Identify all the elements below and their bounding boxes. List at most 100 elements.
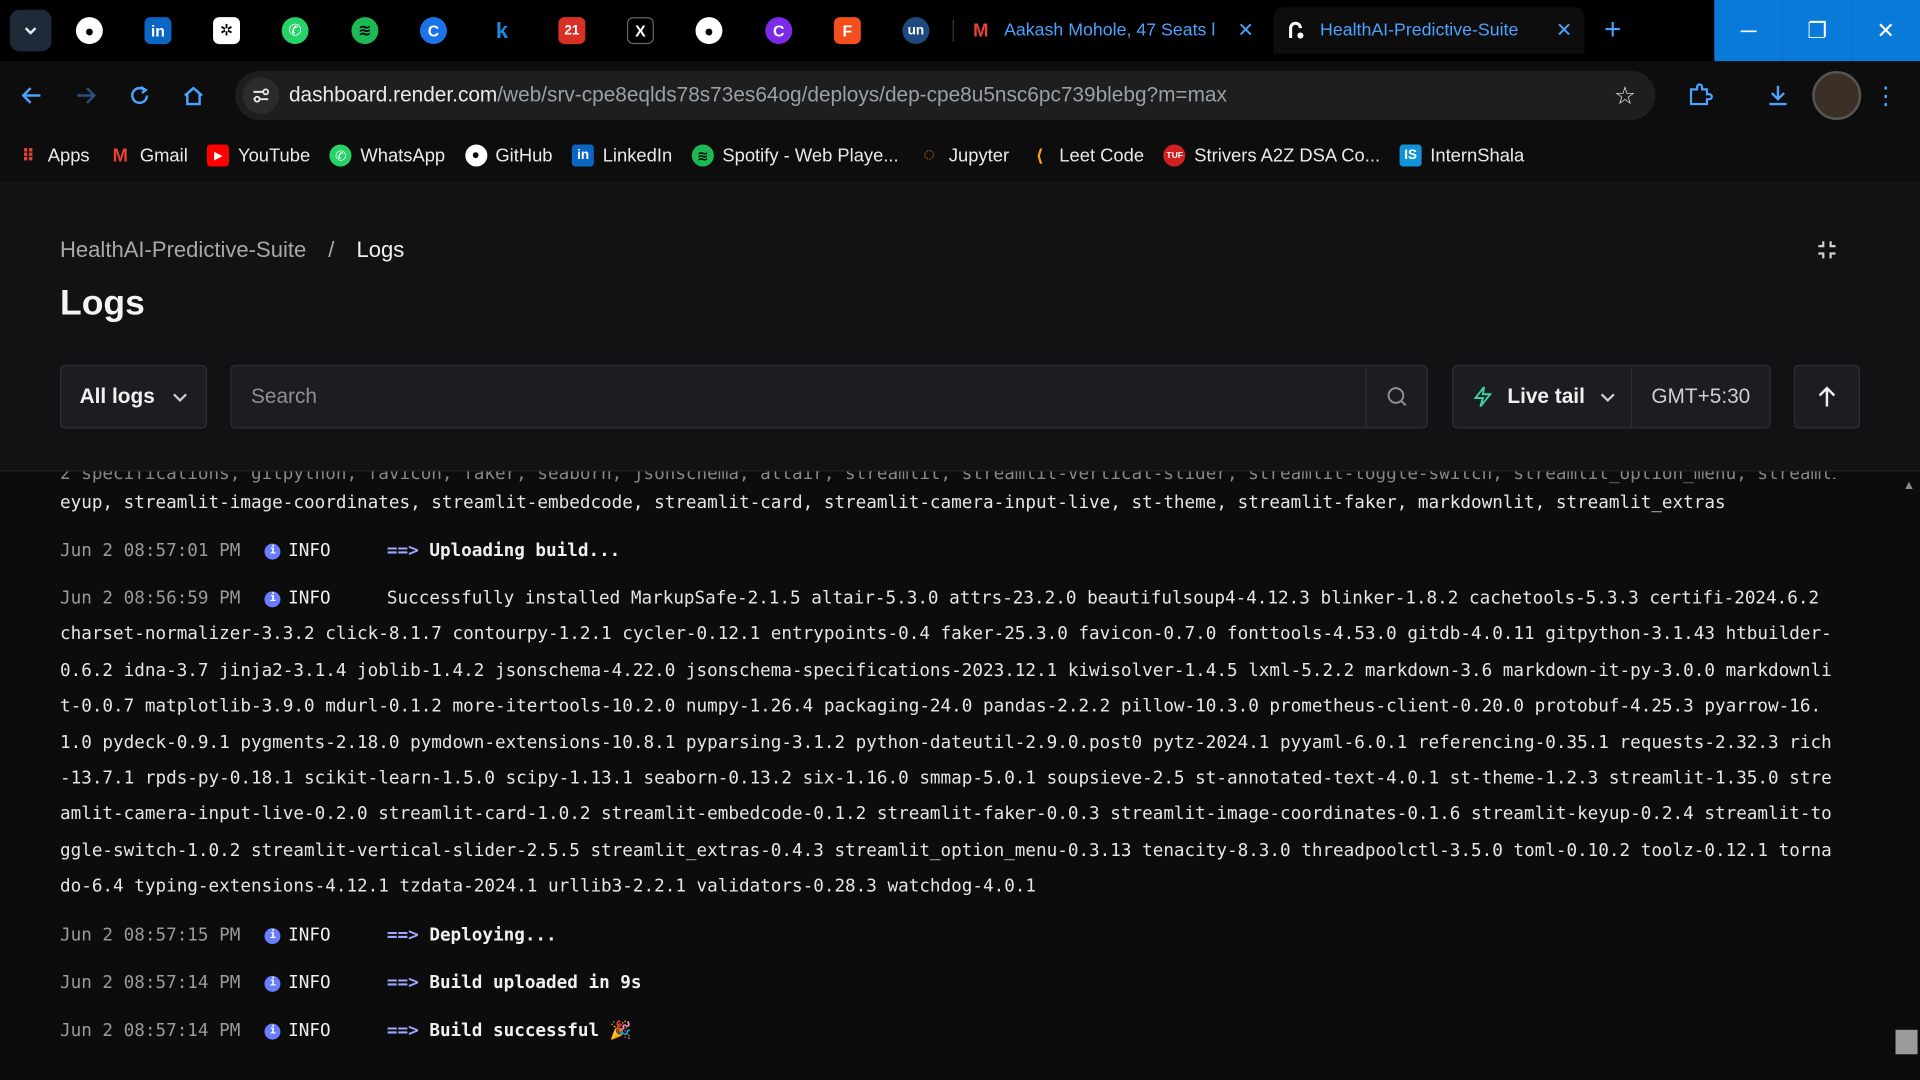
bookmark-github[interactable]: ● GitHub bbox=[464, 144, 553, 167]
arrow-up-icon bbox=[1818, 386, 1836, 407]
bookmark-leetcode[interactable]: ⟨ Leet Code bbox=[1029, 144, 1144, 166]
tab-healthai[interactable]: HealthAI-Predictive-Suite ✕ bbox=[1273, 7, 1585, 54]
info-icon: i bbox=[264, 1023, 281, 1039]
log-search-input[interactable]: Search bbox=[230, 364, 1428, 429]
tab-separator bbox=[952, 19, 954, 42]
linkedin-icon: in bbox=[144, 17, 172, 45]
log-message: Uploading build... bbox=[429, 541, 621, 561]
log-level: INFO bbox=[288, 541, 331, 561]
log-arrow: ==> bbox=[386, 541, 419, 561]
timezone-selector[interactable]: GMT+5:30 bbox=[1632, 384, 1769, 408]
url-host: dashboard.render.com bbox=[288, 83, 498, 107]
pinned-tab-canva[interactable]: C bbox=[753, 10, 804, 52]
bookmark-label: Jupyter bbox=[948, 145, 1010, 166]
bookmark-whatsapp[interactable]: ✆ WhatsApp bbox=[329, 144, 446, 167]
pinned-tab-unstop[interactable]: un bbox=[890, 10, 941, 52]
info-icon: i bbox=[264, 927, 281, 944]
tab-title: Aakash Mohole, 47 Seats l bbox=[1004, 20, 1216, 41]
arrow-right-icon bbox=[77, 87, 97, 104]
browser-menu-icon[interactable]: ⋮ bbox=[1873, 76, 1897, 115]
pinned-tab-calendar[interactable]: 21 bbox=[546, 10, 597, 52]
unstop-icon: un bbox=[902, 17, 930, 45]
chevron-down-icon bbox=[24, 27, 37, 35]
profile-avatar[interactable] bbox=[1812, 71, 1862, 121]
forward-button[interactable] bbox=[66, 76, 105, 115]
page-title: Logs bbox=[60, 284, 145, 324]
search-placeholder: Search bbox=[251, 384, 317, 408]
log-level: INFO bbox=[288, 925, 331, 946]
log-type-dropdown[interactable]: All logs bbox=[60, 364, 207, 429]
bookmark-internshala[interactable]: IS InternShala bbox=[1399, 144, 1525, 167]
home-icon bbox=[184, 86, 203, 106]
gmail-icon: M bbox=[112, 145, 128, 166]
pinned-tab-whatsapp[interactable]: ✆ bbox=[269, 10, 320, 52]
bookmark-label: YouTube bbox=[238, 145, 311, 166]
bookmark-strivers[interactable]: TUF Strivers A2Z DSA Co... bbox=[1163, 144, 1380, 167]
log-timestamp: Jun 2 08:56:59 PM bbox=[60, 588, 241, 609]
url-text: dashboard.render.com/web/srv-cpe8eqlds78… bbox=[289, 83, 1227, 107]
search-button[interactable] bbox=[1365, 366, 1426, 428]
bookmark-star-icon[interactable]: ☆ bbox=[1614, 81, 1636, 112]
tab-strip: ● in ✲ ✆ ≋ C k 21 X ● C F un M Aakash Mo… bbox=[0, 0, 1920, 62]
whatsapp-icon: ✆ bbox=[281, 17, 309, 45]
lightning-icon bbox=[1473, 386, 1493, 408]
bookmark-label: WhatsApp bbox=[360, 145, 446, 166]
pinned-tab-x[interactable]: X bbox=[615, 10, 666, 52]
live-tail-control: Live tail GMT+5:30 bbox=[1452, 364, 1771, 429]
log-output[interactable]: 2 specifications, gitpython, favicon, fa… bbox=[0, 470, 1920, 1080]
pinned-tab-github-2[interactable]: ● bbox=[683, 10, 734, 52]
bookmark-linkedin[interactable]: in LinkedIn bbox=[572, 144, 672, 167]
bookmark-label: Leet Code bbox=[1059, 145, 1145, 166]
pinned-tab-k[interactable]: k bbox=[476, 10, 527, 52]
search-icon bbox=[1386, 387, 1406, 406]
close-icon[interactable]: ✕ bbox=[1237, 18, 1253, 42]
pinned-tab-chatgpt[interactable]: ✲ bbox=[201, 10, 252, 52]
pinned-tab-github[interactable]: ● bbox=[64, 10, 115, 52]
bookmark-jupyter[interactable]: ◌ Jupyter bbox=[918, 144, 1009, 166]
close-window-button[interactable]: ✕ bbox=[1851, 0, 1920, 62]
reload-button[interactable] bbox=[120, 76, 159, 115]
chatgpt-icon: ✲ bbox=[213, 17, 241, 45]
bookmark-spotify[interactable]: ≋ Spotify - Web Playe... bbox=[691, 144, 899, 167]
site-info-icon[interactable] bbox=[242, 77, 280, 114]
live-tail-dropdown[interactable]: Live tail bbox=[1453, 366, 1633, 428]
breadcrumb-separator: / bbox=[328, 237, 335, 263]
new-tab-button[interactable]: + bbox=[1594, 12, 1631, 49]
puzzle-icon bbox=[1689, 83, 1713, 106]
pinned-tab-figma[interactable]: F bbox=[822, 10, 873, 52]
bookmark-gmail[interactable]: M Gmail bbox=[109, 144, 188, 166]
github-icon: ● bbox=[75, 17, 103, 45]
bookmark-youtube[interactable]: ▶ YouTube bbox=[207, 144, 311, 167]
log-entry: Jun 2 08:57:14 PM i INFO ==> Build uploaded… bbox=[60, 966, 1836, 1002]
pinned-tab-codechef[interactable]: C bbox=[408, 10, 459, 52]
tab-search-button[interactable] bbox=[9, 9, 52, 52]
extensions-button[interactable] bbox=[1680, 76, 1719, 115]
bookmark-label: InternShala bbox=[1430, 145, 1525, 166]
bookmark-label: Spotify - Web Playe... bbox=[722, 145, 899, 166]
minimize-button[interactable]: ─ bbox=[1714, 0, 1783, 62]
breadcrumb-current: Logs bbox=[356, 237, 405, 263]
home-button[interactable] bbox=[174, 76, 213, 115]
close-icon[interactable]: ✕ bbox=[1556, 18, 1572, 42]
exit-fullscreen-icon[interactable] bbox=[1812, 235, 1841, 264]
address-bar[interactable]: dashboard.render.com/web/srv-cpe8eqlds78… bbox=[235, 71, 1656, 121]
bookmark-label: GitHub bbox=[495, 145, 553, 166]
canva-icon: C bbox=[765, 17, 793, 45]
x-logo-icon: X bbox=[626, 17, 654, 45]
scroll-up-arrow-icon[interactable]: ▲ bbox=[1905, 479, 1912, 492]
log-entry: Jun 2 08:57:14 PM i INFO ==> Build successf… bbox=[60, 1014, 1836, 1050]
scroll-to-top-button[interactable] bbox=[1793, 364, 1861, 429]
c-logo-icon: C bbox=[420, 17, 447, 45]
log-level: INFO bbox=[288, 588, 331, 609]
pinned-tab-linkedin[interactable]: in bbox=[132, 10, 183, 52]
back-button[interactable] bbox=[12, 76, 51, 115]
scrollbar-thumb[interactable] bbox=[1895, 1029, 1918, 1055]
breadcrumb-service-link[interactable]: HealthAI-Predictive-Suite bbox=[60, 238, 306, 264]
bookmark-apps[interactable]: ⠿ Apps bbox=[17, 144, 89, 166]
pinned-tab-spotify[interactable]: ≋ bbox=[339, 10, 390, 52]
tab-gmail[interactable]: M Aakash Mohole, 47 Seats l ✕ bbox=[958, 7, 1267, 54]
log-timestamp: Jun 2 08:57:14 PM bbox=[60, 973, 241, 994]
log-controls: All logs Search Live tail GMT+5:30 bbox=[60, 364, 1861, 429]
restore-button[interactable]: ❐ bbox=[1782, 0, 1852, 62]
downloads-button[interactable] bbox=[1758, 76, 1797, 115]
